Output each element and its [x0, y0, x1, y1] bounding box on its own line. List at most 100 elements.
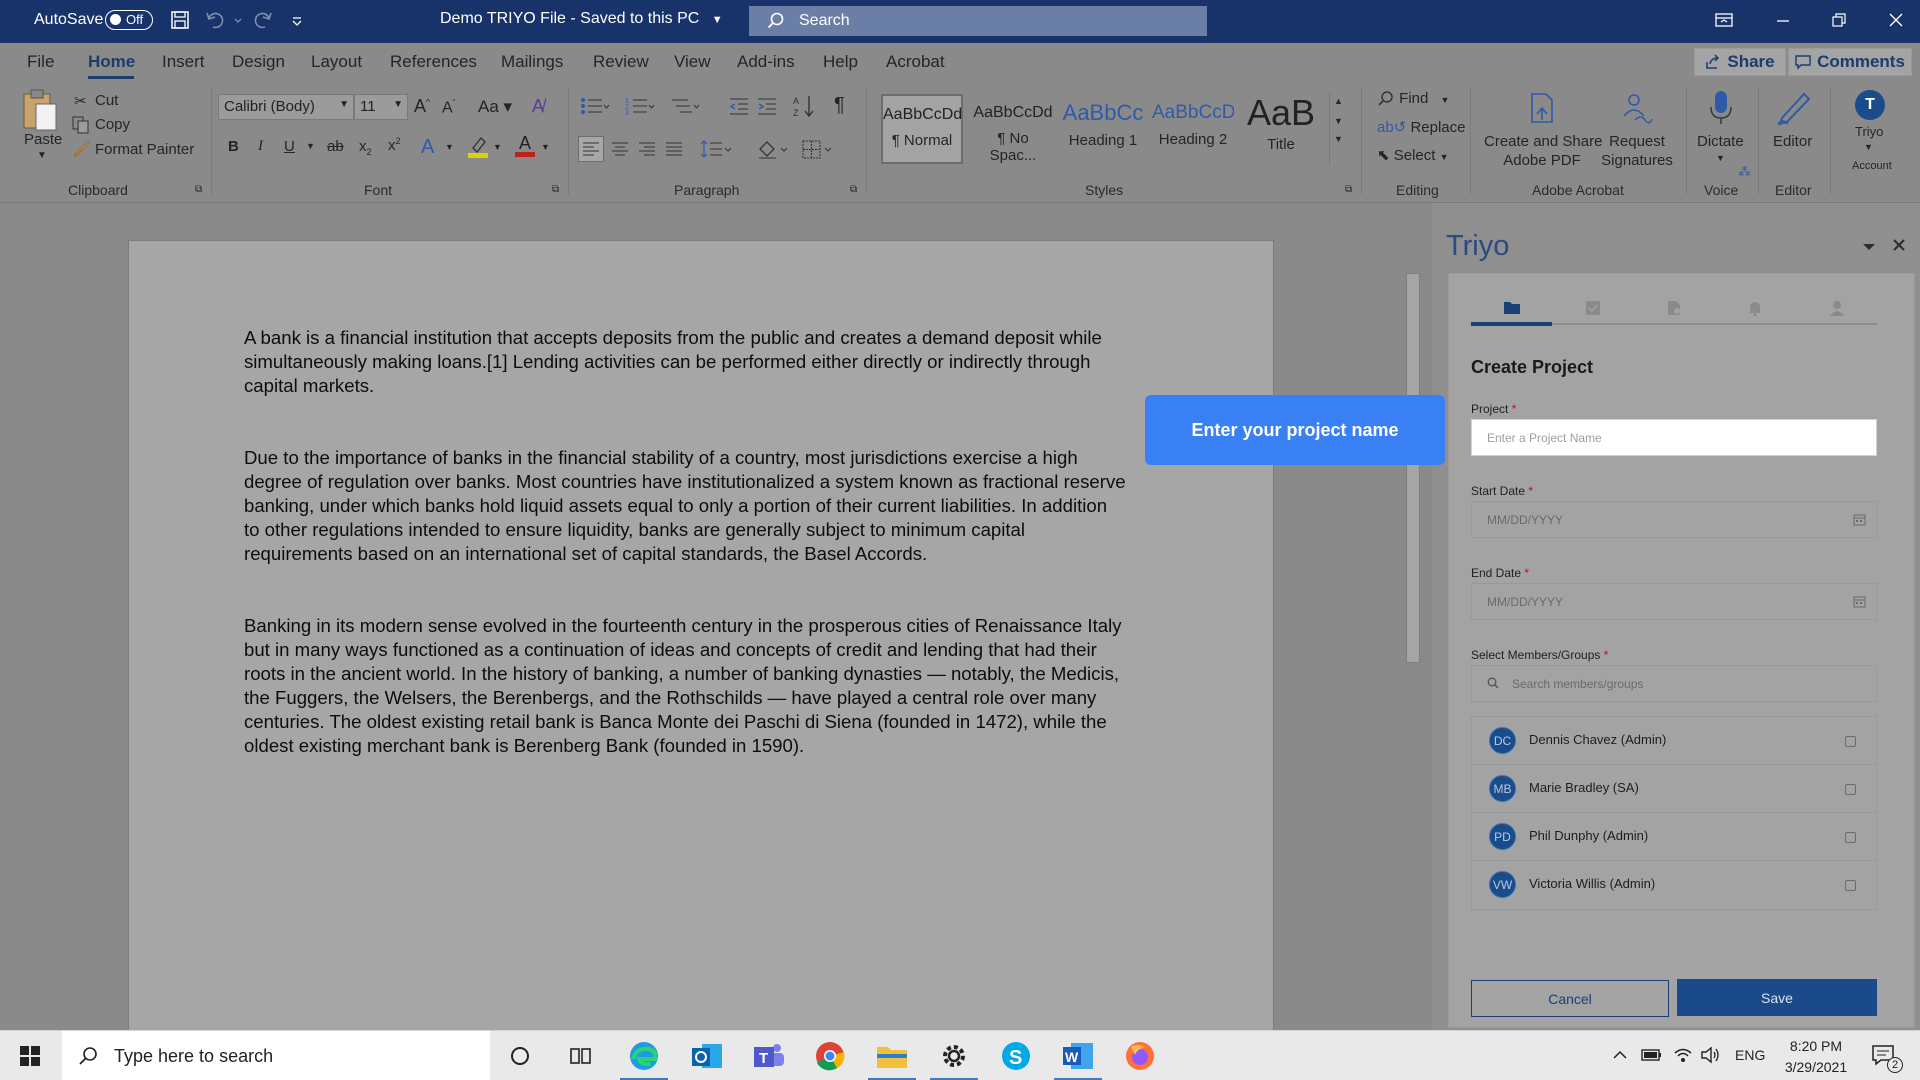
calendar-icon[interactable]: [1853, 595, 1866, 608]
dialog-launcher-icon[interactable]: ⧉: [850, 184, 857, 195]
triyo-account-label[interactable]: Triyo: [1855, 124, 1883, 139]
undo-icon[interactable]: [205, 10, 227, 30]
dialog-launcher-icon[interactable]: ⧉: [195, 184, 202, 195]
clear-formatting-icon[interactable]: A̸: [532, 96, 544, 117]
styles-scroll[interactable]: ▲ ▼ ▼: [1329, 92, 1347, 166]
comments-button[interactable]: Comments: [1788, 48, 1912, 76]
highlight-icon[interactable]: [467, 134, 489, 158]
tab-add-ins[interactable]: Add-ins: [737, 52, 795, 72]
document-paragraph[interactable]: Banking in its modern sense evolved in t…: [244, 614, 1194, 758]
restore-icon[interactable]: [1831, 12, 1847, 28]
word-icon[interactable]: W: [1061, 1039, 1095, 1073]
multilevel-list-icon[interactable]: [670, 96, 700, 116]
style-normal[interactable]: AaBbCcDd ¶ Normal: [881, 94, 963, 164]
dialog-launcher-icon[interactable]: ⧉: [1345, 184, 1352, 195]
redo-icon[interactable]: [251, 10, 273, 30]
members-search-input[interactable]: Search members/groups: [1471, 665, 1877, 702]
font-name-select[interactable]: Calibri (Body) ▼: [218, 94, 354, 120]
member-checkbox[interactable]: [1845, 832, 1856, 843]
cortana-icon[interactable]: [510, 1046, 530, 1066]
language-indicator[interactable]: ENG: [1735, 1047, 1765, 1063]
close-icon[interactable]: [1892, 238, 1906, 252]
user-icon[interactable]: [1829, 300, 1845, 316]
dictate-button[interactable]: Dictate: [1697, 133, 1744, 150]
chevron-down-icon[interactable]: ▼: [1716, 153, 1725, 163]
borders-icon[interactable]: [800, 137, 834, 161]
bullets-icon[interactable]: [580, 96, 610, 116]
align-right-icon[interactable]: [635, 137, 659, 161]
scrollbar-thumb[interactable]: [1406, 273, 1420, 663]
taskbar-search-input[interactable]: Type here to search: [62, 1031, 490, 1080]
request-signatures-button[interactable]: Request Signatures: [1597, 132, 1677, 170]
paste-button[interactable]: Paste: [24, 131, 62, 148]
skype-icon[interactable]: S: [999, 1039, 1033, 1073]
style-no-spacing[interactable]: AaBbCcDd ¶ No Spac...: [972, 94, 1054, 164]
show-formatting-icon[interactable]: ¶: [834, 94, 845, 117]
save-icon[interactable]: [170, 10, 190, 30]
grow-font-icon[interactable]: A^: [414, 96, 430, 117]
tab-view[interactable]: View: [674, 52, 711, 72]
style-heading-2[interactable]: AaBbCcD Heading 2: [1152, 94, 1234, 164]
tab-acrobat[interactable]: Acrobat: [886, 52, 945, 72]
chevron-down-icon[interactable]: ▼: [493, 142, 502, 152]
align-left-icon[interactable]: [578, 136, 604, 162]
autosave-toggle[interactable]: Off: [105, 10, 153, 30]
replace-button[interactable]: ab↺ Replace: [1377, 118, 1465, 136]
settings-icon[interactable]: [937, 1039, 971, 1073]
tab-file[interactable]: File: [27, 52, 54, 72]
list-item[interactable]: DC Dennis Chavez (Admin): [1472, 717, 1876, 765]
edge-icon[interactable]: [627, 1039, 661, 1073]
clock[interactable]: 8:20 PM 3/29/2021: [1778, 1036, 1854, 1078]
increase-indent-icon[interactable]: [756, 96, 778, 116]
find-button[interactable]: Find ▼: [1377, 90, 1449, 108]
document-title[interactable]: Demo TRIYO File - Saved to this PC ▼: [440, 10, 723, 28]
decrease-indent-icon[interactable]: [728, 96, 750, 116]
wifi-icon[interactable]: [1673, 1046, 1693, 1064]
tab-home[interactable]: Home: [88, 52, 135, 72]
search-box[interactable]: Search: [749, 6, 1207, 36]
select-button[interactable]: ⬉ Select ▼: [1377, 146, 1449, 164]
paste-icon[interactable]: [20, 88, 60, 132]
cut-button[interactable]: Cut: [95, 92, 118, 109]
subscript-icon[interactable]: x2: [359, 138, 372, 157]
member-checkbox[interactable]: [1845, 736, 1856, 747]
shading-icon[interactable]: [756, 137, 790, 161]
save-button[interactable]: Save: [1677, 979, 1877, 1016]
member-checkbox[interactable]: [1845, 880, 1856, 891]
tab-mailings[interactable]: Mailings: [501, 52, 563, 72]
create-share-pdf-button[interactable]: Create and Share Adobe PDF: [1484, 132, 1602, 170]
superscript-icon[interactable]: x2: [388, 136, 401, 154]
tab-help[interactable]: Help: [823, 52, 858, 72]
style-heading-1[interactable]: AaBbCc Heading 1: [1062, 94, 1144, 164]
align-center-icon[interactable]: [608, 137, 632, 161]
document-page[interactable]: A bank is a financial institution that a…: [128, 240, 1274, 1040]
document-paragraph[interactable]: A bank is a financial institution that a…: [244, 326, 1194, 398]
share-button[interactable]: Share: [1694, 48, 1786, 76]
avatar[interactable]: T: [1855, 90, 1885, 120]
strikethrough-icon[interactable]: ab: [327, 138, 344, 155]
list-item[interactable]: PD Phil Dunphy (Admin): [1472, 813, 1876, 861]
text-effects-icon[interactable]: A: [421, 136, 434, 159]
task-view-icon[interactable]: [570, 1046, 592, 1066]
sort-icon[interactable]: AZ: [793, 94, 815, 118]
close-icon[interactable]: [1888, 12, 1904, 28]
tab-references[interactable]: References: [390, 52, 477, 72]
italic-icon[interactable]: I: [258, 138, 263, 155]
copy-button[interactable]: Copy: [95, 116, 130, 133]
list-item[interactable]: VW Victoria Willis (Admin): [1472, 861, 1876, 909]
numbering-icon[interactable]: 123: [625, 96, 655, 116]
project-name-input[interactable]: Enter a Project Name: [1471, 419, 1877, 456]
bold-icon[interactable]: B: [228, 138, 239, 155]
firefox-icon[interactable]: [1123, 1039, 1157, 1073]
folder-icon[interactable]: [1503, 300, 1521, 315]
bell-icon[interactable]: [1747, 300, 1763, 316]
line-spacing-icon[interactable]: [698, 137, 734, 161]
tab-layout[interactable]: Layout: [311, 52, 362, 72]
style-title[interactable]: AaB Title: [1240, 92, 1322, 164]
teams-icon[interactable]: T: [752, 1039, 786, 1073]
font-color-icon[interactable]: A: [514, 132, 536, 158]
task-icon[interactable]: [1585, 300, 1601, 316]
editor-button[interactable]: Editor: [1773, 133, 1812, 150]
chrome-icon[interactable]: [813, 1039, 847, 1073]
chevron-down-icon[interactable]: [233, 10, 243, 30]
